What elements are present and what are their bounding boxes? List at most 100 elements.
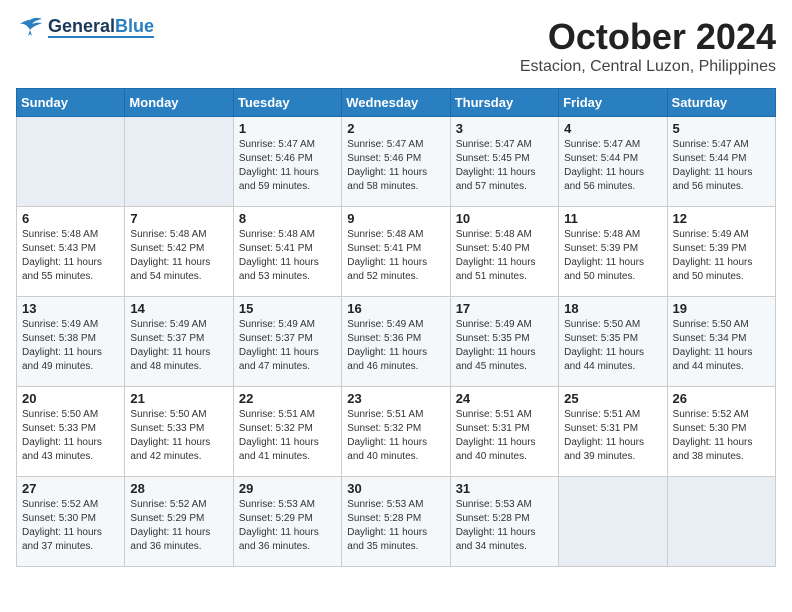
day-cell <box>667 477 775 567</box>
day-cell: 14 Sunrise: 5:49 AM Sunset: 5:37 PM Dayli… <box>125 297 233 387</box>
day-cell: 15 Sunrise: 5:49 AM Sunset: 5:37 PM Dayli… <box>233 297 341 387</box>
day-number: 14 <box>130 301 227 316</box>
day-cell: 8 Sunrise: 5:48 AM Sunset: 5:41 PM Daylig… <box>233 207 341 297</box>
day-info: Sunrise: 5:52 AM Sunset: 5:30 PM Dayligh… <box>22 498 119 554</box>
day-number: 19 <box>673 301 770 316</box>
day-cell: 16 Sunrise: 5:49 AM Sunset: 5:36 PM Dayli… <box>342 297 450 387</box>
day-number: 25 <box>564 391 661 406</box>
day-cell <box>125 117 233 207</box>
weekday-header-row: SundayMondayTuesdayWednesdayThursdayFrid… <box>17 89 776 117</box>
day-number: 7 <box>130 211 227 226</box>
day-cell: 22 Sunrise: 5:51 AM Sunset: 5:32 PM Dayli… <box>233 387 341 477</box>
day-cell: 29 Sunrise: 5:53 AM Sunset: 5:29 PM Dayli… <box>233 477 341 567</box>
day-info: Sunrise: 5:49 AM Sunset: 5:39 PM Dayligh… <box>673 228 770 284</box>
day-number: 16 <box>347 301 444 316</box>
day-cell: 4 Sunrise: 5:47 AM Sunset: 5:44 PM Daylig… <box>559 117 667 207</box>
day-number: 11 <box>564 211 661 226</box>
day-cell: 19 Sunrise: 5:50 AM Sunset: 5:34 PM Dayli… <box>667 297 775 387</box>
day-info: Sunrise: 5:50 AM Sunset: 5:35 PM Dayligh… <box>564 318 661 374</box>
day-info: Sunrise: 5:51 AM Sunset: 5:32 PM Dayligh… <box>239 408 336 464</box>
day-number: 3 <box>456 121 553 136</box>
day-cell: 13Sunrise: 5:49 AM Sunset: 5:38 PM Dayli… <box>17 297 125 387</box>
day-cell: 28 Sunrise: 5:52 AM Sunset: 5:29 PM Dayli… <box>125 477 233 567</box>
day-cell: 25Sunrise: 5:51 AM Sunset: 5:31 PM Dayli… <box>559 387 667 477</box>
day-info: Sunrise: 5:47 AM Sunset: 5:44 PM Dayligh… <box>564 138 661 194</box>
day-number: 2 <box>347 121 444 136</box>
day-cell: 30Sunrise: 5:53 AM Sunset: 5:28 PM Dayli… <box>342 477 450 567</box>
logo-blue: Blue <box>115 17 154 35</box>
day-cell: 6 Sunrise: 5:48 AM Sunset: 5:43 PM Daylig… <box>17 207 125 297</box>
day-number: 1 <box>239 121 336 136</box>
week-row-2: 6 Sunrise: 5:48 AM Sunset: 5:43 PM Daylig… <box>17 207 776 297</box>
day-number: 4 <box>564 121 661 136</box>
page-header: General Blue October 2024 Estacion, Cent… <box>16 16 776 76</box>
day-info: Sunrise: 5:49 AM Sunset: 5:37 PM Dayligh… <box>130 318 227 374</box>
day-cell: 11 Sunrise: 5:48 AM Sunset: 5:39 PM Dayli… <box>559 207 667 297</box>
weekday-header-monday: Monday <box>125 89 233 117</box>
day-info: Sunrise: 5:53 AM Sunset: 5:28 PM Dayligh… <box>456 498 553 554</box>
day-info: Sunrise: 5:49 AM Sunset: 5:37 PM Dayligh… <box>239 318 336 374</box>
weekday-header-sunday: Sunday <box>17 89 125 117</box>
week-row-1: 1 Sunrise: 5:47 AM Sunset: 5:46 PM Daylig… <box>17 117 776 207</box>
weekday-header-friday: Friday <box>559 89 667 117</box>
week-row-3: 13Sunrise: 5:49 AM Sunset: 5:38 PM Dayli… <box>17 297 776 387</box>
day-number: 28 <box>130 481 227 496</box>
day-number: 12 <box>673 211 770 226</box>
day-cell: 26 Sunrise: 5:52 AM Sunset: 5:30 PM Dayli… <box>667 387 775 477</box>
day-cell: 2Sunrise: 5:47 AM Sunset: 5:46 PM Daylig… <box>342 117 450 207</box>
day-cell: 9 Sunrise: 5:48 AM Sunset: 5:41 PM Daylig… <box>342 207 450 297</box>
day-number: 29 <box>239 481 336 496</box>
day-number: 5 <box>673 121 770 136</box>
day-info: Sunrise: 5:52 AM Sunset: 5:30 PM Dayligh… <box>673 408 770 464</box>
day-info: Sunrise: 5:48 AM Sunset: 5:41 PM Dayligh… <box>347 228 444 284</box>
day-info: Sunrise: 5:50 AM Sunset: 5:33 PM Dayligh… <box>22 408 119 464</box>
day-cell: 10Sunrise: 5:48 AM Sunset: 5:40 PM Dayli… <box>450 207 558 297</box>
day-cell: 18Sunrise: 5:50 AM Sunset: 5:35 PM Dayli… <box>559 297 667 387</box>
week-row-4: 20Sunrise: 5:50 AM Sunset: 5:33 PM Dayli… <box>17 387 776 477</box>
day-info: Sunrise: 5:49 AM Sunset: 5:36 PM Dayligh… <box>347 318 444 374</box>
day-cell: 27 Sunrise: 5:52 AM Sunset: 5:30 PM Dayli… <box>17 477 125 567</box>
day-number: 30 <box>347 481 444 496</box>
day-info: Sunrise: 5:48 AM Sunset: 5:41 PM Dayligh… <box>239 228 336 284</box>
day-info: Sunrise: 5:52 AM Sunset: 5:29 PM Dayligh… <box>130 498 227 554</box>
day-info: Sunrise: 5:49 AM Sunset: 5:35 PM Dayligh… <box>456 318 553 374</box>
day-number: 13 <box>22 301 119 316</box>
day-info: Sunrise: 5:47 AM Sunset: 5:45 PM Dayligh… <box>456 138 553 194</box>
day-info: Sunrise: 5:47 AM Sunset: 5:46 PM Dayligh… <box>239 138 336 194</box>
day-number: 10 <box>456 211 553 226</box>
calendar-body: 1 Sunrise: 5:47 AM Sunset: 5:46 PM Daylig… <box>17 117 776 567</box>
day-number: 8 <box>239 211 336 226</box>
day-cell: 1 Sunrise: 5:47 AM Sunset: 5:46 PM Daylig… <box>233 117 341 207</box>
day-cell: 3 Sunrise: 5:47 AM Sunset: 5:45 PM Daylig… <box>450 117 558 207</box>
title-block: October 2024 Estacion, Central Luzon, Ph… <box>520 16 776 76</box>
day-info: Sunrise: 5:51 AM Sunset: 5:32 PM Dayligh… <box>347 408 444 464</box>
day-number: 23 <box>347 391 444 406</box>
day-info: Sunrise: 5:48 AM Sunset: 5:43 PM Dayligh… <box>22 228 119 284</box>
day-info: Sunrise: 5:53 AM Sunset: 5:29 PM Dayligh… <box>239 498 336 554</box>
day-number: 6 <box>22 211 119 226</box>
logo-underline <box>48 36 154 38</box>
day-number: 22 <box>239 391 336 406</box>
day-number: 24 <box>456 391 553 406</box>
day-info: Sunrise: 5:48 AM Sunset: 5:42 PM Dayligh… <box>130 228 227 284</box>
day-cell: 20Sunrise: 5:50 AM Sunset: 5:33 PM Dayli… <box>17 387 125 477</box>
day-number: 27 <box>22 481 119 496</box>
day-number: 31 <box>456 481 553 496</box>
day-cell: 5 Sunrise: 5:47 AM Sunset: 5:44 PM Daylig… <box>667 117 775 207</box>
day-cell <box>17 117 125 207</box>
day-number: 17 <box>456 301 553 316</box>
day-info: Sunrise: 5:50 AM Sunset: 5:34 PM Dayligh… <box>673 318 770 374</box>
day-number: 9 <box>347 211 444 226</box>
day-cell: 23 Sunrise: 5:51 AM Sunset: 5:32 PM Dayli… <box>342 387 450 477</box>
day-number: 21 <box>130 391 227 406</box>
day-cell: 24Sunrise: 5:51 AM Sunset: 5:31 PM Dayli… <box>450 387 558 477</box>
weekday-header-tuesday: Tuesday <box>233 89 341 117</box>
day-number: 26 <box>673 391 770 406</box>
day-info: Sunrise: 5:50 AM Sunset: 5:33 PM Dayligh… <box>130 408 227 464</box>
day-info: Sunrise: 5:47 AM Sunset: 5:44 PM Dayligh… <box>673 138 770 194</box>
logo: General Blue <box>16 16 154 38</box>
day-number: 15 <box>239 301 336 316</box>
weekday-header-saturday: Saturday <box>667 89 775 117</box>
day-info: Sunrise: 5:48 AM Sunset: 5:39 PM Dayligh… <box>564 228 661 284</box>
weekday-header-wednesday: Wednesday <box>342 89 450 117</box>
